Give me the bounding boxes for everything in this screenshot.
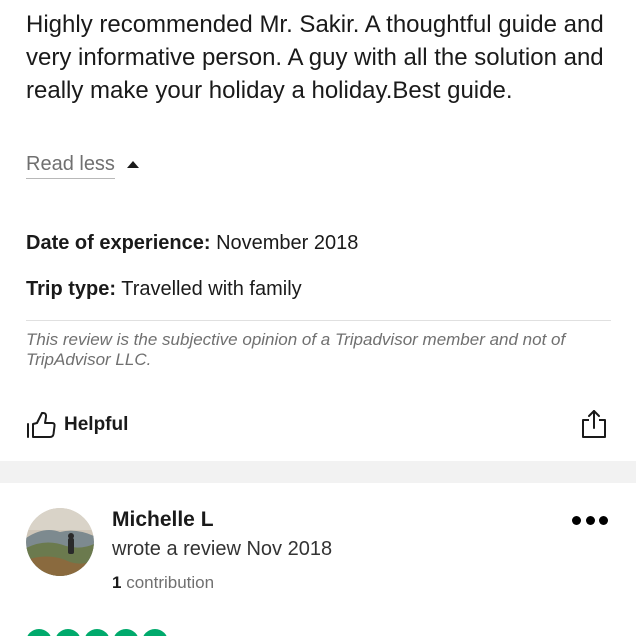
share-icon[interactable] <box>580 408 608 440</box>
review-body: Highly recommended Mr. Sakir. A thoughtf… <box>26 11 604 104</box>
review-disclaimer: This review is the subjective opinion of… <box>26 330 566 369</box>
divider <box>26 320 611 321</box>
trip-type-label: Trip type: <box>26 278 117 300</box>
date-of-experience-value: November 2018 <box>216 232 359 254</box>
more-dot <box>599 515 608 525</box>
rating-bubbles <box>26 629 171 636</box>
rating-bubble <box>142 629 168 636</box>
helpful-label: Helpful <box>64 414 129 435</box>
contribution-number: 1 <box>112 573 122 592</box>
review-page: Highly recommended Mr. Sakir. A thoughtf… <box>0 0 636 636</box>
more-dot <box>585 515 595 525</box>
avatar[interactable] <box>26 508 94 576</box>
contribution-count: 1 contribution <box>112 573 214 593</box>
date-of-experience-label: Date of experience: <box>26 232 211 254</box>
rating-bubble <box>55 629 81 636</box>
rating-bubble <box>26 629 52 636</box>
caret-up-icon <box>126 161 139 168</box>
section-gap <box>0 461 636 483</box>
trip-type-value: Travelled with family <box>121 278 302 300</box>
helpful-button[interactable]: Helpful <box>26 411 128 439</box>
trip-type: Trip type: Travelled with family <box>26 276 302 302</box>
rating-bubble <box>84 629 110 636</box>
more-dot <box>572 515 581 525</box>
reviewer-name[interactable]: Michelle L <box>112 508 214 532</box>
date-of-experience: Date of experience: November 2018 <box>26 230 358 256</box>
review-date: wrote a review Nov 2018 <box>112 538 333 560</box>
thumbs-up-icon <box>27 412 56 438</box>
read-less-link[interactable]: Read less <box>26 152 139 179</box>
read-less-label: Read less <box>26 152 115 179</box>
contribution-label: contribution <box>126 573 215 592</box>
more-icon[interactable] <box>572 514 608 526</box>
rating-bubble <box>113 629 139 636</box>
